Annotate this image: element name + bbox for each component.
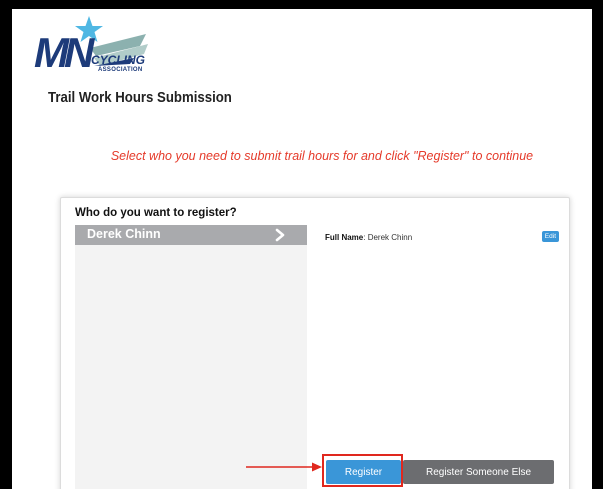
person-list-item[interactable]: Derek Chinn [75,225,307,245]
logo-word: CYCLING [91,53,145,67]
instruction-text: Select who you need to submit trail hour… [110,149,534,163]
mn-cycling-logo[interactable]: MN CYCLING ASSOCIATION [34,14,152,76]
register-button[interactable]: Register [326,460,401,484]
logo-subword: ASSOCIATION [98,67,143,73]
card-heading: Who do you want to register? [75,207,237,219]
person-detail-panel: Full Name: Derek Chinn Edit [315,225,559,489]
full-name-value: Derek Chinn [367,233,413,242]
page: MN CYCLING ASSOCIATION Trail Work Hours … [12,9,592,489]
full-name-row: Full Name: Derek Chinn [325,233,412,242]
registrant-selection-card: Who do you want to register? Derek Chinn… [60,197,570,489]
person-name: Derek Chinn [87,227,161,241]
page-title: Trail Work Hours Submission [48,89,232,106]
annotation-arrow-icon [246,462,322,472]
full-name-label: Full Name [325,233,364,242]
register-someone-else-button[interactable]: Register Someone Else [403,460,554,484]
chevron-right-icon [275,228,285,242]
people-list: Derek Chinn [75,225,307,489]
edit-button[interactable]: Edit [541,231,559,242]
logo-letters: MN [34,29,94,76]
